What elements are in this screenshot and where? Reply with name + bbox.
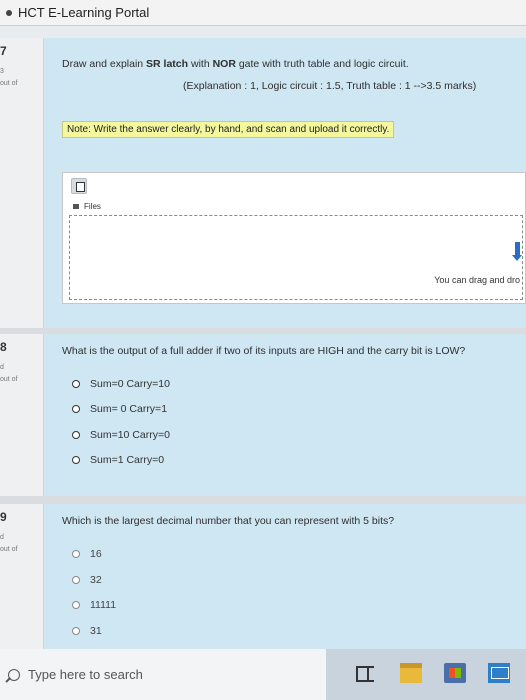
portal-header-strip [0, 26, 526, 38]
question-mark: d [0, 364, 4, 371]
answer-option[interactable]: Sum=1 Carry=0 [72, 454, 164, 466]
question-number: 9 [0, 510, 7, 524]
answer-option[interactable]: 31 [72, 625, 102, 637]
question-number: 8 [0, 340, 7, 354]
radio-button[interactable] [72, 627, 80, 635]
browser-tab-icon [6, 9, 12, 16]
answer-option[interactable]: Sum=0 Carry=10 [72, 378, 170, 390]
drop-zone-text: You can drag and dro [434, 275, 520, 285]
answer-option[interactable]: Sum=10 Carry=0 [72, 429, 170, 441]
window-title: HCT E-Learning Portal [18, 5, 150, 20]
question-7-note: Note: Write the answer clearly, by hand,… [62, 121, 395, 138]
folder-icon [73, 204, 79, 209]
search-icon [8, 668, 20, 681]
question-9-info: 9 d out of [0, 504, 44, 649]
question-out-of: out of [0, 80, 18, 87]
radio-button[interactable] [72, 431, 80, 439]
window-titlebar: HCT E-Learning Portal [0, 0, 526, 26]
radio-button[interactable] [72, 550, 80, 558]
answer-option[interactable]: 32 [72, 574, 102, 586]
radio-button[interactable] [72, 456, 80, 464]
search-placeholder: Type here to search [28, 667, 143, 682]
file-drop-zone[interactable]: You can drag and dro [69, 215, 523, 300]
answer-option[interactable]: Sum= 0 Carry=1 [72, 403, 167, 415]
store-icon[interactable] [444, 663, 466, 683]
answer-option[interactable]: 11111 [72, 599, 116, 611]
add-file-icon[interactable] [71, 178, 87, 194]
question-7-text: Draw and explain SR latch with NOR gate … [62, 58, 409, 70]
windows-taskbar: Type here to search [0, 649, 526, 700]
question-out-of: out of [0, 376, 18, 383]
question-8-panel [44, 334, 526, 496]
radio-button[interactable] [72, 405, 80, 413]
task-view-icon[interactable] [356, 663, 378, 683]
radio-button[interactable] [72, 601, 80, 609]
question-7-info: 7 3 out of [0, 38, 44, 328]
files-label: Files [73, 202, 101, 211]
mail-icon[interactable] [488, 663, 510, 683]
radio-button[interactable] [72, 576, 80, 584]
question-mark: 3 [0, 68, 4, 75]
file-upload-area: Files You can drag and dro [62, 172, 526, 304]
question-9-text: Which is the largest decimal number that… [62, 515, 395, 527]
question-7-marks-breakdown: (Explanation : 1, Logic circuit : 1.5, T… [183, 80, 477, 92]
question-8-text: What is the output of a full adder if tw… [62, 345, 466, 357]
taskbar-search-box[interactable]: Type here to search [0, 649, 326, 700]
question-8-info: 8 d out of [0, 334, 44, 496]
question-mark: d [0, 534, 4, 541]
question-number: 7 [0, 44, 7, 58]
download-arrow-icon [512, 242, 522, 261]
radio-button[interactable] [72, 380, 80, 388]
answer-option[interactable]: 16 [72, 548, 102, 560]
file-explorer-icon[interactable] [400, 663, 422, 683]
question-out-of: out of [0, 546, 18, 553]
